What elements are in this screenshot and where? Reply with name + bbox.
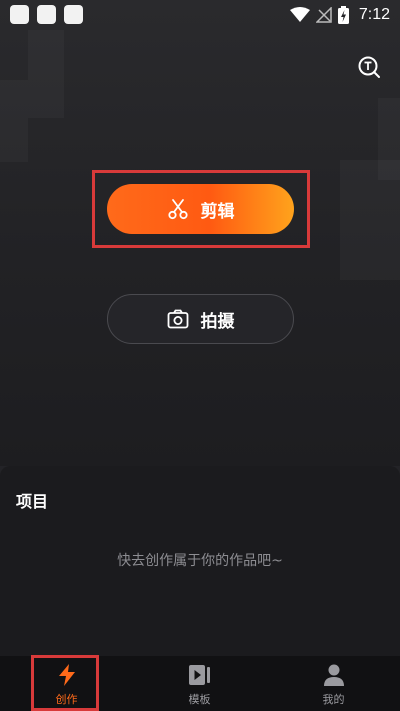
shoot-button[interactable]: 拍摄 bbox=[107, 294, 294, 344]
camera-icon bbox=[167, 309, 188, 329]
tab-templates[interactable]: 模板 bbox=[133, 656, 266, 711]
tab-create-highlight bbox=[31, 655, 99, 711]
shoot-button-label: 拍摄 bbox=[200, 311, 235, 332]
status-bar: 7:12 bbox=[0, 0, 400, 30]
background-decoration bbox=[28, 30, 64, 118]
notification-square-icon bbox=[10, 5, 29, 24]
background-decoration bbox=[340, 160, 400, 280]
background-decoration bbox=[0, 80, 28, 162]
status-time: 7:12 bbox=[358, 6, 390, 23]
user-icon bbox=[323, 664, 344, 686]
video-template-icon bbox=[188, 665, 210, 685]
edit-button-label: 剪辑 bbox=[200, 201, 235, 222]
projects-empty-text: 快去创作属于你的作品吧~ bbox=[117, 553, 283, 569]
edit-button[interactable]: 剪辑 bbox=[107, 184, 294, 234]
projects-title: 项目 bbox=[16, 492, 49, 511]
tab-mine-label: 我的 bbox=[322, 693, 345, 706]
search-t-icon[interactable] bbox=[357, 55, 381, 79]
tab-templates-label: 模板 bbox=[188, 693, 211, 706]
projects-panel: 项目 快去创作属于你的作品吧~ bbox=[0, 466, 400, 656]
no-signal-icon bbox=[315, 7, 332, 23]
notification-square-icon bbox=[64, 5, 83, 24]
notification-square-icon bbox=[37, 5, 56, 24]
tab-mine[interactable]: 我的 bbox=[267, 656, 400, 711]
scissors-icon bbox=[167, 199, 188, 220]
battery-charging-icon bbox=[337, 6, 349, 24]
wifi-icon bbox=[289, 7, 310, 22]
